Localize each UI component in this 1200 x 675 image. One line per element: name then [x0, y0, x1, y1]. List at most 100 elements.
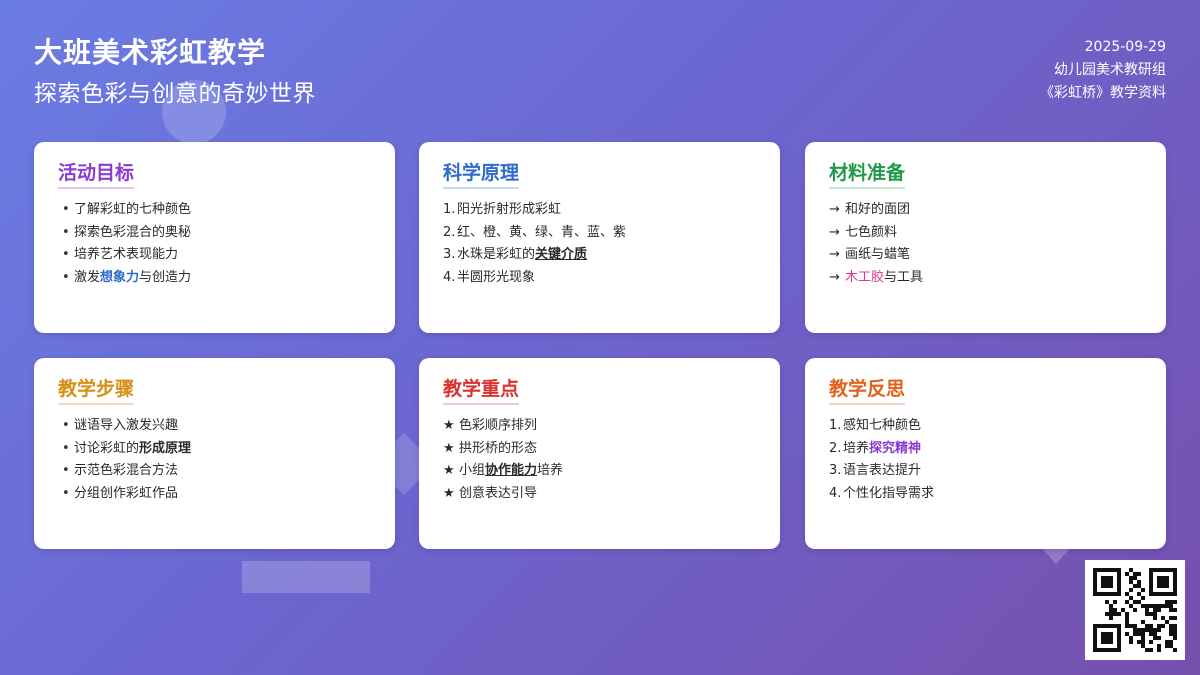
qr-module: [1149, 632, 1153, 636]
qr-module: [1149, 648, 1153, 652]
organization-label: 幼儿园美术教研组: [1054, 62, 1166, 78]
decorative-rectangle: [242, 561, 370, 593]
card-teaching-focus: 教学重点 ★ 色彩顺序排列 ★ 拱形桥的形态 ★ 小组协作能力培养 ★ 创意表达引导: [419, 358, 780, 549]
qr-module: [1157, 604, 1161, 608]
qr-module: [1173, 648, 1177, 652]
item-text: 画纸与蜡笔: [845, 247, 911, 263]
qr-module: [1137, 572, 1141, 576]
item-text: 色彩顺序排列: [459, 418, 538, 433]
qr-module: [1157, 580, 1161, 584]
qr-module: [1161, 580, 1165, 584]
qr-module: [1137, 584, 1141, 588]
qr-module: [1145, 628, 1149, 632]
qr-module: [1169, 568, 1173, 572]
highlight-text: 形成原理: [139, 440, 192, 456]
text-segment: 与创造力: [139, 270, 192, 286]
qr-module: [1117, 572, 1121, 576]
list-item: 2. 培养探究精神: [829, 438, 1142, 461]
qr-module: [1173, 628, 1177, 632]
qr-module: [1113, 612, 1117, 616]
item-text: 七色颜料: [845, 224, 898, 240]
list-item: → 木工胶与工具: [829, 267, 1142, 290]
qr-module: [1093, 648, 1097, 652]
qr-module: [1109, 624, 1113, 628]
qr-module: [1149, 640, 1153, 644]
qr-module: [1165, 604, 1169, 608]
list-item: 探索色彩混合的奥秘: [58, 222, 371, 245]
qr-module: [1157, 592, 1161, 596]
qr-module: [1093, 592, 1097, 596]
qr-module: [1133, 628, 1137, 632]
text-segment: 小组: [459, 463, 486, 479]
date-label: 2025-09-29: [1084, 39, 1166, 55]
list-item: 3. 水珠是彩虹的关键介质: [443, 244, 756, 267]
list-item: ★ 创意表达引导: [443, 483, 756, 506]
qr-module: [1165, 584, 1169, 588]
qr-module: [1105, 636, 1109, 640]
qr-module: [1097, 568, 1101, 572]
qr-module: [1109, 612, 1113, 616]
list-item: 培养艺术表现能力: [58, 244, 371, 267]
qr-module: [1117, 576, 1121, 580]
qr-module: [1173, 584, 1177, 588]
qr-module: [1125, 616, 1129, 620]
qr-module: [1093, 572, 1097, 576]
qr-module: [1141, 620, 1145, 624]
qr-module: [1117, 632, 1121, 636]
goals-list: 了解彩虹的七种颜色 探索色彩混合的奥秘 培养艺术表现能力 激发想象力与创造力: [58, 199, 371, 290]
card-title: 教学反思: [829, 376, 906, 405]
list-item: 分组创作彩虹作品: [58, 483, 371, 506]
qr-module: [1093, 636, 1097, 640]
qr-module: [1165, 576, 1169, 580]
highlight-text: 协作能力: [485, 463, 538, 479]
qr-module: [1105, 624, 1109, 628]
qr-module: [1149, 580, 1153, 584]
qr-module: [1173, 588, 1177, 592]
list-item: 了解彩虹的七种颜色: [58, 199, 371, 222]
item-number: 3.: [443, 247, 456, 263]
qr-module: [1109, 568, 1113, 572]
item-text: 半圆形光现象: [457, 270, 536, 286]
qr-module: [1105, 612, 1109, 616]
qr-module: [1093, 588, 1097, 592]
qr-module: [1101, 592, 1105, 596]
text-segment: 培养: [537, 463, 564, 479]
qr-module: [1169, 592, 1173, 596]
qr-module: [1157, 576, 1161, 580]
item-text: 和好的面团: [845, 202, 911, 217]
qr-module: [1113, 568, 1117, 572]
qr-module: [1105, 640, 1109, 644]
item-text: 感知七种颜色: [843, 418, 922, 433]
qr-module: [1117, 580, 1121, 584]
qr-module: [1117, 568, 1121, 572]
qr-module: [1093, 584, 1097, 588]
list-item: ★ 小组协作能力培养: [443, 460, 756, 483]
qr-module: [1129, 640, 1133, 644]
steps-list: 谜语导入激发兴趣 讨论彩虹的形成原理 示范色彩混合方法 分组创作彩虹作品: [58, 415, 371, 506]
item-text: 创意表达引导: [459, 486, 538, 502]
qr-module: [1117, 644, 1121, 648]
qr-module: [1113, 600, 1117, 604]
header-meta: 2025-09-29 幼儿园美术教研组 《彩虹桥》教学资料: [1040, 36, 1166, 105]
qr-module: [1109, 576, 1113, 580]
qr-module: [1141, 636, 1145, 640]
qr-module: [1125, 612, 1129, 616]
qr-module: [1149, 624, 1153, 628]
item-text: 个性化指导需求: [843, 486, 935, 502]
qr-module: [1117, 584, 1121, 588]
text-segment: 讨论彩虹的: [74, 440, 140, 456]
qr-module: [1173, 572, 1177, 576]
qr-code[interactable]: [1085, 560, 1185, 660]
card-activity-goals: 活动目标 了解彩虹的七种颜色 探索色彩混合的奥秘 培养艺术表现能力 激发想象力与…: [34, 142, 395, 333]
qr-module: [1117, 612, 1121, 616]
qr-module: [1169, 632, 1173, 636]
highlight-text: 木工胶: [845, 270, 885, 286]
text-segment: 培养: [843, 440, 870, 456]
qr-module: [1137, 640, 1141, 644]
qr-module: [1125, 572, 1129, 576]
qr-module: [1165, 640, 1169, 644]
list-item: → 七色颜料: [829, 222, 1142, 245]
qr-module: [1141, 640, 1145, 644]
star-icon: ★: [443, 486, 455, 502]
qr-module: [1125, 624, 1129, 628]
